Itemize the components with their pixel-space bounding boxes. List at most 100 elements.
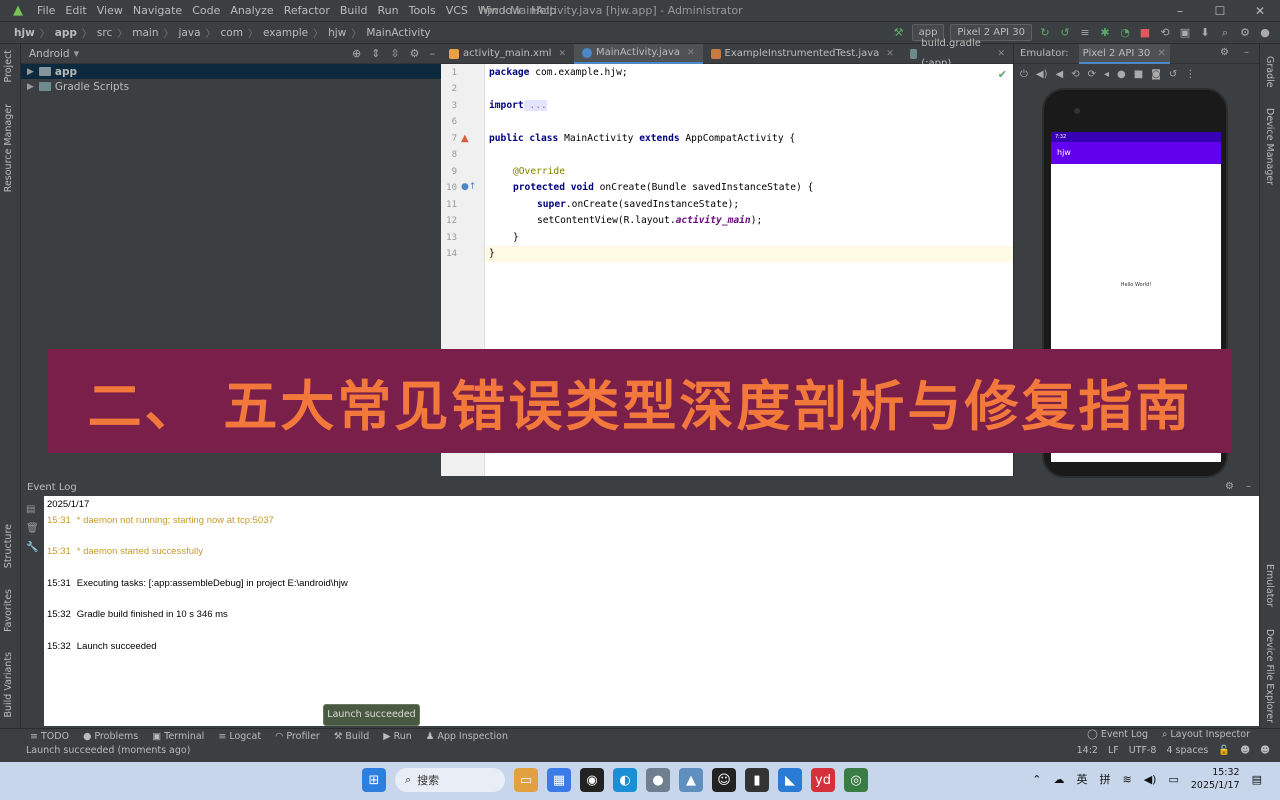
menu-file[interactable]: File <box>32 4 60 17</box>
tool-tab-emulator[interactable]: Emulator <box>1264 564 1275 607</box>
breadcrumb-item[interactable]: com <box>221 27 243 39</box>
breadcrumb-item[interactable]: src <box>97 27 112 39</box>
breadcrumb-item[interactable]: main <box>132 27 158 39</box>
tool-tab-app-inspection[interactable]: ♟ App Inspection <box>426 731 508 742</box>
hammer-icon[interactable]: ⚒ <box>892 26 906 40</box>
menu-edit[interactable]: Edit <box>60 4 91 17</box>
file-explorer-icon[interactable]: ▭ <box>514 768 538 792</box>
test-icon[interactable]: ≡ <box>1078 26 1092 40</box>
mark-read-icon[interactable]: ▤ <box>26 504 44 515</box>
status-message[interactable]: Launch succeeded (moments ago) <box>26 745 190 756</box>
ime-mode[interactable]: 拼 <box>1099 771 1110 787</box>
edge-icon[interactable]: ◐ <box>613 768 637 792</box>
power-icon[interactable]: ⏻ <box>1020 69 1028 80</box>
gear-icon[interactable]: ⚙ <box>1225 481 1234 492</box>
overview-icon[interactable]: ■ <box>1134 69 1143 80</box>
menu-build[interactable]: Build <box>335 4 373 17</box>
tool-tab-problems[interactable]: ● Problems <box>83 731 138 742</box>
github-icon[interactable]: ◉ <box>580 768 604 792</box>
breadcrumb-item[interactable]: example <box>263 27 308 39</box>
vscode-icon[interactable]: ◣ <box>778 768 802 792</box>
snapshot-icon[interactable]: ↺ <box>1169 69 1177 80</box>
close-icon[interactable]: ✕ <box>1240 0 1280 22</box>
chevron-right-icon[interactable]: ▶ <box>27 67 34 77</box>
volume-icon[interactable]: ◀) <box>1144 773 1157 786</box>
minimize-icon[interactable]: – <box>1160 0 1200 22</box>
home-icon[interactable]: ● <box>1117 69 1126 80</box>
rotate-right-icon[interactable]: ⟳ <box>1088 69 1096 80</box>
more-icon[interactable]: ⋮ <box>1185 69 1195 80</box>
inspector-icon[interactable]: ☻ <box>1240 743 1250 758</box>
maximize-icon[interactable]: ☐ <box>1200 0 1240 22</box>
lock-icon[interactable]: 🔓 <box>1218 743 1230 758</box>
tool-tab-structure[interactable]: Structure <box>3 524 14 568</box>
close-tab-icon[interactable]: ✕ <box>687 43 695 63</box>
tool-tab-resource-manager[interactable]: Resource Manager <box>3 104 14 192</box>
tab-activity-main-xml[interactable]: activity_main.xml ✕ <box>441 44 574 64</box>
tool-tab-layout-inspector[interactable]: ⌕ Layout Inspector <box>1162 729 1250 740</box>
tool-tab-terminal[interactable]: ▣ Terminal <box>152 731 204 742</box>
menu-vcs[interactable]: VCS <box>441 4 473 17</box>
menu-view[interactable]: View <box>92 4 128 17</box>
chevron-down-icon[interactable]: ▾ <box>74 47 80 60</box>
gear-icon[interactable]: ⚙ <box>410 47 420 60</box>
project-view-select[interactable]: Android <box>29 48 70 60</box>
screenshot-icon[interactable]: ◙ <box>1151 69 1161 80</box>
tool-tab-logcat[interactable]: ≡ Logcat <box>218 731 261 742</box>
tool-tab-project[interactable]: Project <box>3 50 14 83</box>
line-separator[interactable]: LF <box>1108 743 1119 758</box>
hide-icon[interactable]: – <box>1246 481 1251 492</box>
event-log-content[interactable]: 2025/1/17 15:31 * daemon not running; sta… <box>44 496 1259 726</box>
chevron-up-icon[interactable]: ⌃ <box>1032 773 1041 786</box>
tool-tab-profiler[interactable]: ◠ Profiler <box>275 731 320 742</box>
tool-tab-device-manager[interactable]: Device Manager <box>1264 108 1275 185</box>
menu-code[interactable]: Code <box>187 4 225 17</box>
rotate-left-icon[interactable]: ⟲ <box>1071 69 1079 80</box>
menu-analyze[interactable]: Analyze <box>225 4 278 17</box>
volume-up-icon[interactable]: ◀) <box>1036 69 1048 80</box>
notification-icon[interactable]: ▤ <box>1252 773 1262 786</box>
hide-icon[interactable]: – <box>430 47 436 60</box>
app-icon[interactable]: ● <box>646 768 670 792</box>
tab-example-instrumented-test[interactable]: ExampleInstrumentedTest.java ✕ <box>703 44 902 64</box>
settings-icon[interactable]: ⚙ <box>1238 26 1252 40</box>
run-gutter-icon[interactable]: ▲ <box>461 133 469 144</box>
folded-imports[interactable]: ... <box>523 100 547 111</box>
windows-start-icon[interactable]: ⊞ <box>362 768 386 792</box>
stop-icon[interactable]: ■ <box>1138 26 1152 40</box>
tool-tab-build-variants[interactable]: Build Variants <box>3 652 14 718</box>
tab-emulator-device[interactable]: Pixel 2 API 30 ✕ <box>1078 43 1170 64</box>
tool-tab-todo[interactable]: ≡ TODO <box>30 731 69 742</box>
tool-tab-favorites[interactable]: Favorites <box>3 589 14 632</box>
breadcrumb-item[interactable]: MainActivity <box>366 27 430 39</box>
tab-build-gradle[interactable]: build.gradle (:app) ✕ <box>902 38 1013 69</box>
taskbar-search[interactable]: ⌕ 搜索 <box>395 768 505 792</box>
debug-icon[interactable]: ✱ <box>1098 26 1112 40</box>
android-studio-task-icon[interactable]: ◎ <box>844 768 868 792</box>
sync-icon[interactable]: ⟲ <box>1158 26 1172 40</box>
back-icon[interactable]: ◂ <box>1104 69 1109 80</box>
close-tab-icon[interactable]: ✕ <box>1157 48 1165 59</box>
close-tab-icon[interactable]: ✕ <box>997 44 1005 64</box>
tool-tab-event-log[interactable]: ◯ Event Log <box>1087 729 1148 740</box>
device-manager-icon[interactable]: ▣ <box>1178 26 1192 40</box>
close-tab-icon[interactable]: ✕ <box>886 44 894 64</box>
tool-tab-build[interactable]: ⚒ Build <box>334 731 369 742</box>
menu-navigate[interactable]: Navigate <box>128 4 187 17</box>
tree-item-gradle-scripts[interactable]: ▶ Gradle Scripts <box>21 79 441 94</box>
tool-tab-device-file-explorer[interactable]: Device File Explorer <box>1264 629 1275 723</box>
user-icon[interactable]: ● <box>1258 26 1272 40</box>
search-icon[interactable]: ⌕ <box>1218 26 1232 40</box>
profile-icon[interactable]: ◔ <box>1118 26 1132 40</box>
wrench-icon[interactable]: 🔧 <box>26 542 44 553</box>
file-encoding[interactable]: UTF-8 <box>1129 743 1157 758</box>
tab-main-activity-java[interactable]: MainActivity.java ✕ <box>574 44 703 64</box>
breadcrumb-item[interactable]: hjw <box>14 27 35 39</box>
tree-item-app[interactable]: ▶ app <box>21 64 441 79</box>
hide-icon[interactable]: – <box>1244 47 1249 58</box>
sdk-manager-icon[interactable]: ⬇ <box>1198 26 1212 40</box>
qq-icon[interactable]: ☺ <box>712 768 736 792</box>
indent-setting[interactable]: 4 spaces <box>1166 743 1208 758</box>
wifi-icon[interactable]: ≋ <box>1122 773 1131 786</box>
menu-tools[interactable]: Tools <box>404 4 441 17</box>
